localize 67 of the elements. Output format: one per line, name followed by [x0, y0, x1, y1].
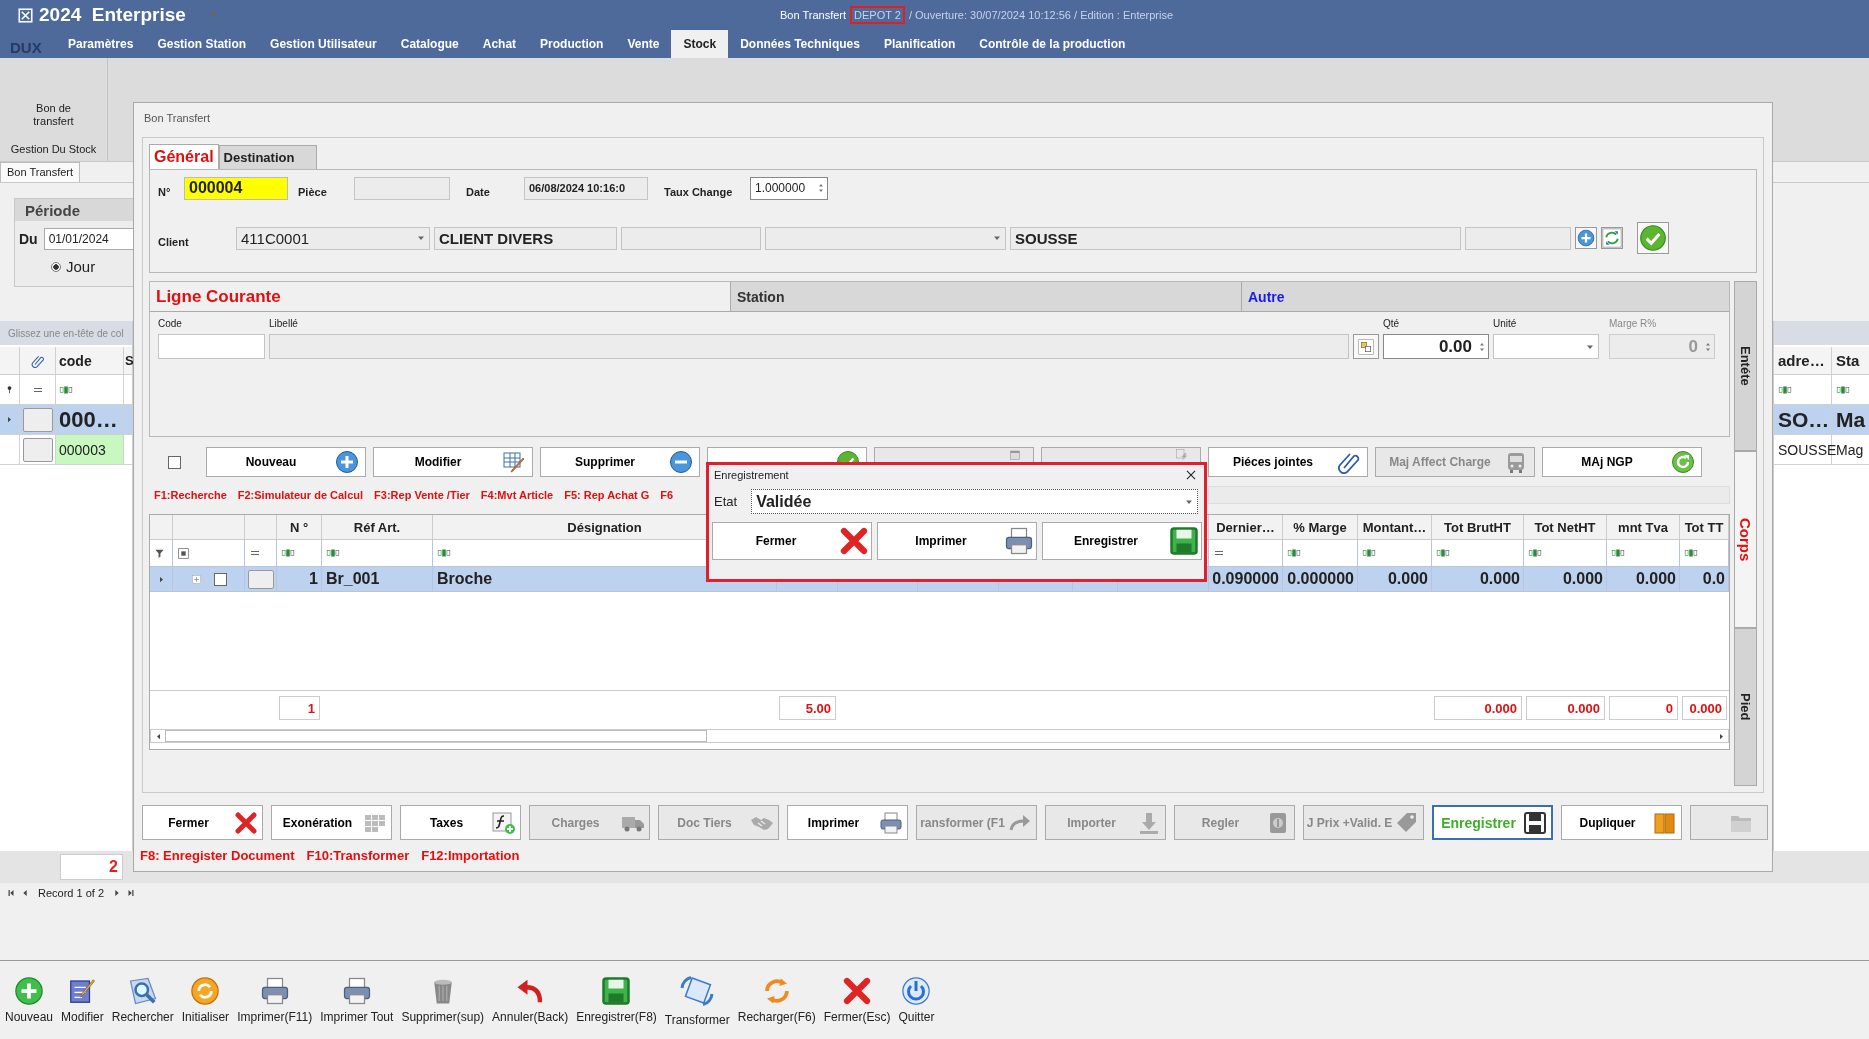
column-header: Tot NetHT: [1524, 515, 1607, 539]
field-label: Code: [158, 318, 183, 330]
count-field: 2: [60, 854, 123, 880]
column-header: Dernier…: [1209, 515, 1283, 539]
total-field: 5.00: [779, 696, 836, 720]
column-header: mnt Tva: [1607, 515, 1680, 539]
shortcut-hint: F12:Importation: [421, 848, 520, 863]
column-header: % Marge: [1283, 515, 1358, 539]
total-field: 1: [279, 696, 320, 720]
group-hint: Glissez une en-tête de col: [7, 327, 124, 339]
app-title: 2024 Enterprise: [39, 4, 186, 26]
field-label: Pièce: [298, 185, 328, 198]
field-label: Unité: [1493, 318, 1518, 330]
total-field: 0.000: [1682, 696, 1727, 720]
table-cell: 000003: [56, 435, 124, 464]
field-label: Qté: [1383, 318, 1401, 330]
table-cell: Br_001: [326, 570, 380, 588]
panel-title: Période: [15, 199, 133, 221]
table-cell: 0.000: [1387, 570, 1428, 588]
total-field: 0: [1609, 696, 1678, 720]
dialog-title: Enregistrement: [714, 469, 789, 481]
depot-name: DEPOT 2: [850, 6, 905, 24]
record-counter: Record 1 of 2: [38, 887, 105, 899]
column-header: Sta: [1832, 347, 1869, 374]
ribbon-group-label: Gestion Du Stock: [10, 143, 97, 155]
column-header: code: [56, 347, 124, 374]
session-info: / Ouverture: 30/07/2024 10:12:56 / Edition : Enterprise: [908, 9, 1174, 21]
total-field: 0.000: [1526, 696, 1605, 720]
table-cell: 0.000: [1479, 570, 1520, 588]
table-cell: 0.0: [1702, 570, 1725, 588]
field-label: Client: [158, 235, 190, 248]
column-header: adre…: [1774, 347, 1832, 374]
column-header: Montant…: [1358, 515, 1432, 539]
shortcut-hint: F4:Mvt Article: [480, 489, 554, 501]
column-header: Tot BrutHT: [1432, 515, 1524, 539]
table-cell: 0.000: [1635, 570, 1676, 588]
section-header: Station: [730, 282, 1241, 311]
shortcut-hint: F8: Enregister Document: [140, 848, 295, 863]
field-label: Etat: [714, 494, 738, 509]
table-cell: 000…: [56, 405, 124, 434]
field-label: Du: [19, 231, 38, 247]
radio-label: Jour: [66, 258, 96, 275]
total-field: 0.000: [1434, 696, 1522, 720]
shortcut-hint: F6: [660, 489, 674, 501]
section-header: Autre: [1241, 282, 1729, 311]
column-header: Tot TT: [1680, 515, 1729, 539]
shortcut-hint: F3:Rep Vente /Tier: [374, 489, 470, 501]
shortcut-hint: F2:Simulateur de Calcul: [237, 489, 364, 501]
column-header: N °: [277, 515, 322, 539]
table-cell: SO…: [1774, 405, 1832, 434]
field-label: Libellé: [269, 318, 299, 330]
table-cell: 0.090000: [1212, 570, 1279, 588]
table-cell: Broche: [437, 570, 493, 588]
document-name: Bon Transfert: [780, 9, 847, 21]
field-label: Date: [466, 185, 491, 198]
window-title: Bon Transfert: [143, 111, 212, 126]
field-label: Marge R%: [1609, 318, 1658, 330]
field-label: N°: [158, 185, 172, 198]
shortcut-hint: F1:Recherche: [154, 489, 227, 501]
table-cell: 1: [309, 570, 318, 588]
shortcut-hint: F10:Transformer: [306, 848, 410, 863]
shortcut-hint: F5: Rep Achat G: [564, 489, 650, 501]
table-cell: 0.000: [1562, 570, 1603, 588]
column-header: Réf Art.: [322, 515, 433, 539]
field-label: Taux Change: [664, 185, 734, 198]
table-cell: Ma: [1832, 405, 1869, 434]
table-cell: 0.000000: [1287, 570, 1354, 588]
